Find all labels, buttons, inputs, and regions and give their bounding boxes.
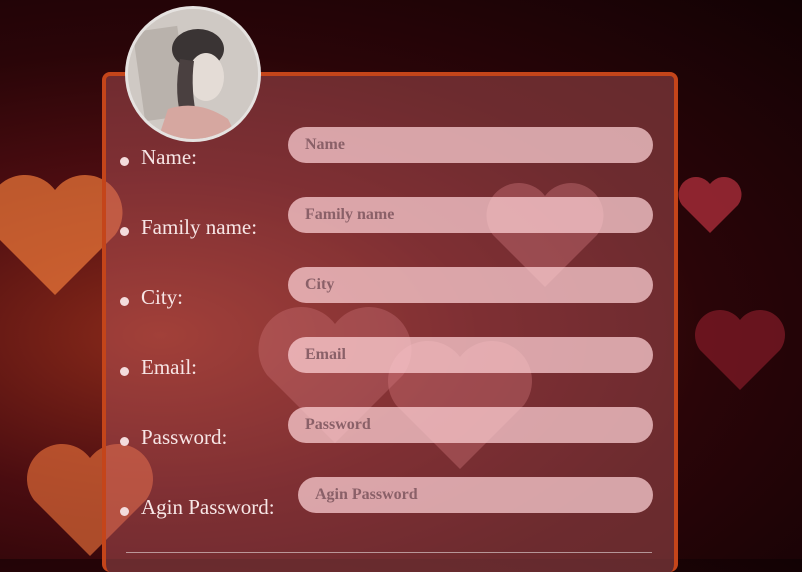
bullet-icon [120,227,129,236]
form-row-email: Email: [0,337,802,385]
form-row-name: Name: [0,127,802,175]
agin-password-input[interactable] [298,477,653,513]
password-input[interactable] [288,407,653,443]
bullet-icon [120,437,129,446]
profile-avatar [125,6,261,142]
name-input[interactable] [288,127,653,163]
bullet-icon [120,297,129,306]
email-input[interactable] [288,337,653,373]
name-label: Name: [141,145,197,169]
agin-password-label: Agin Password: [141,495,275,519]
bullet-icon [120,507,129,516]
sketch-portrait-icon [128,9,258,139]
form-divider [126,552,652,553]
email-label: Email: [141,355,197,379]
form-row-city: City: [0,267,802,315]
family-name-input[interactable] [288,197,653,233]
bullet-icon [120,157,129,166]
form-row-family-name: Family name: [0,197,802,245]
password-label: Password: [141,425,228,449]
family-name-label: Family name: [141,215,258,239]
bullet-icon [120,367,129,376]
form-row-password: Password: [0,407,802,455]
city-input[interactable] [288,267,653,303]
city-label: City: [141,285,184,309]
form-row-agin-password: Agin Password: [0,477,802,525]
